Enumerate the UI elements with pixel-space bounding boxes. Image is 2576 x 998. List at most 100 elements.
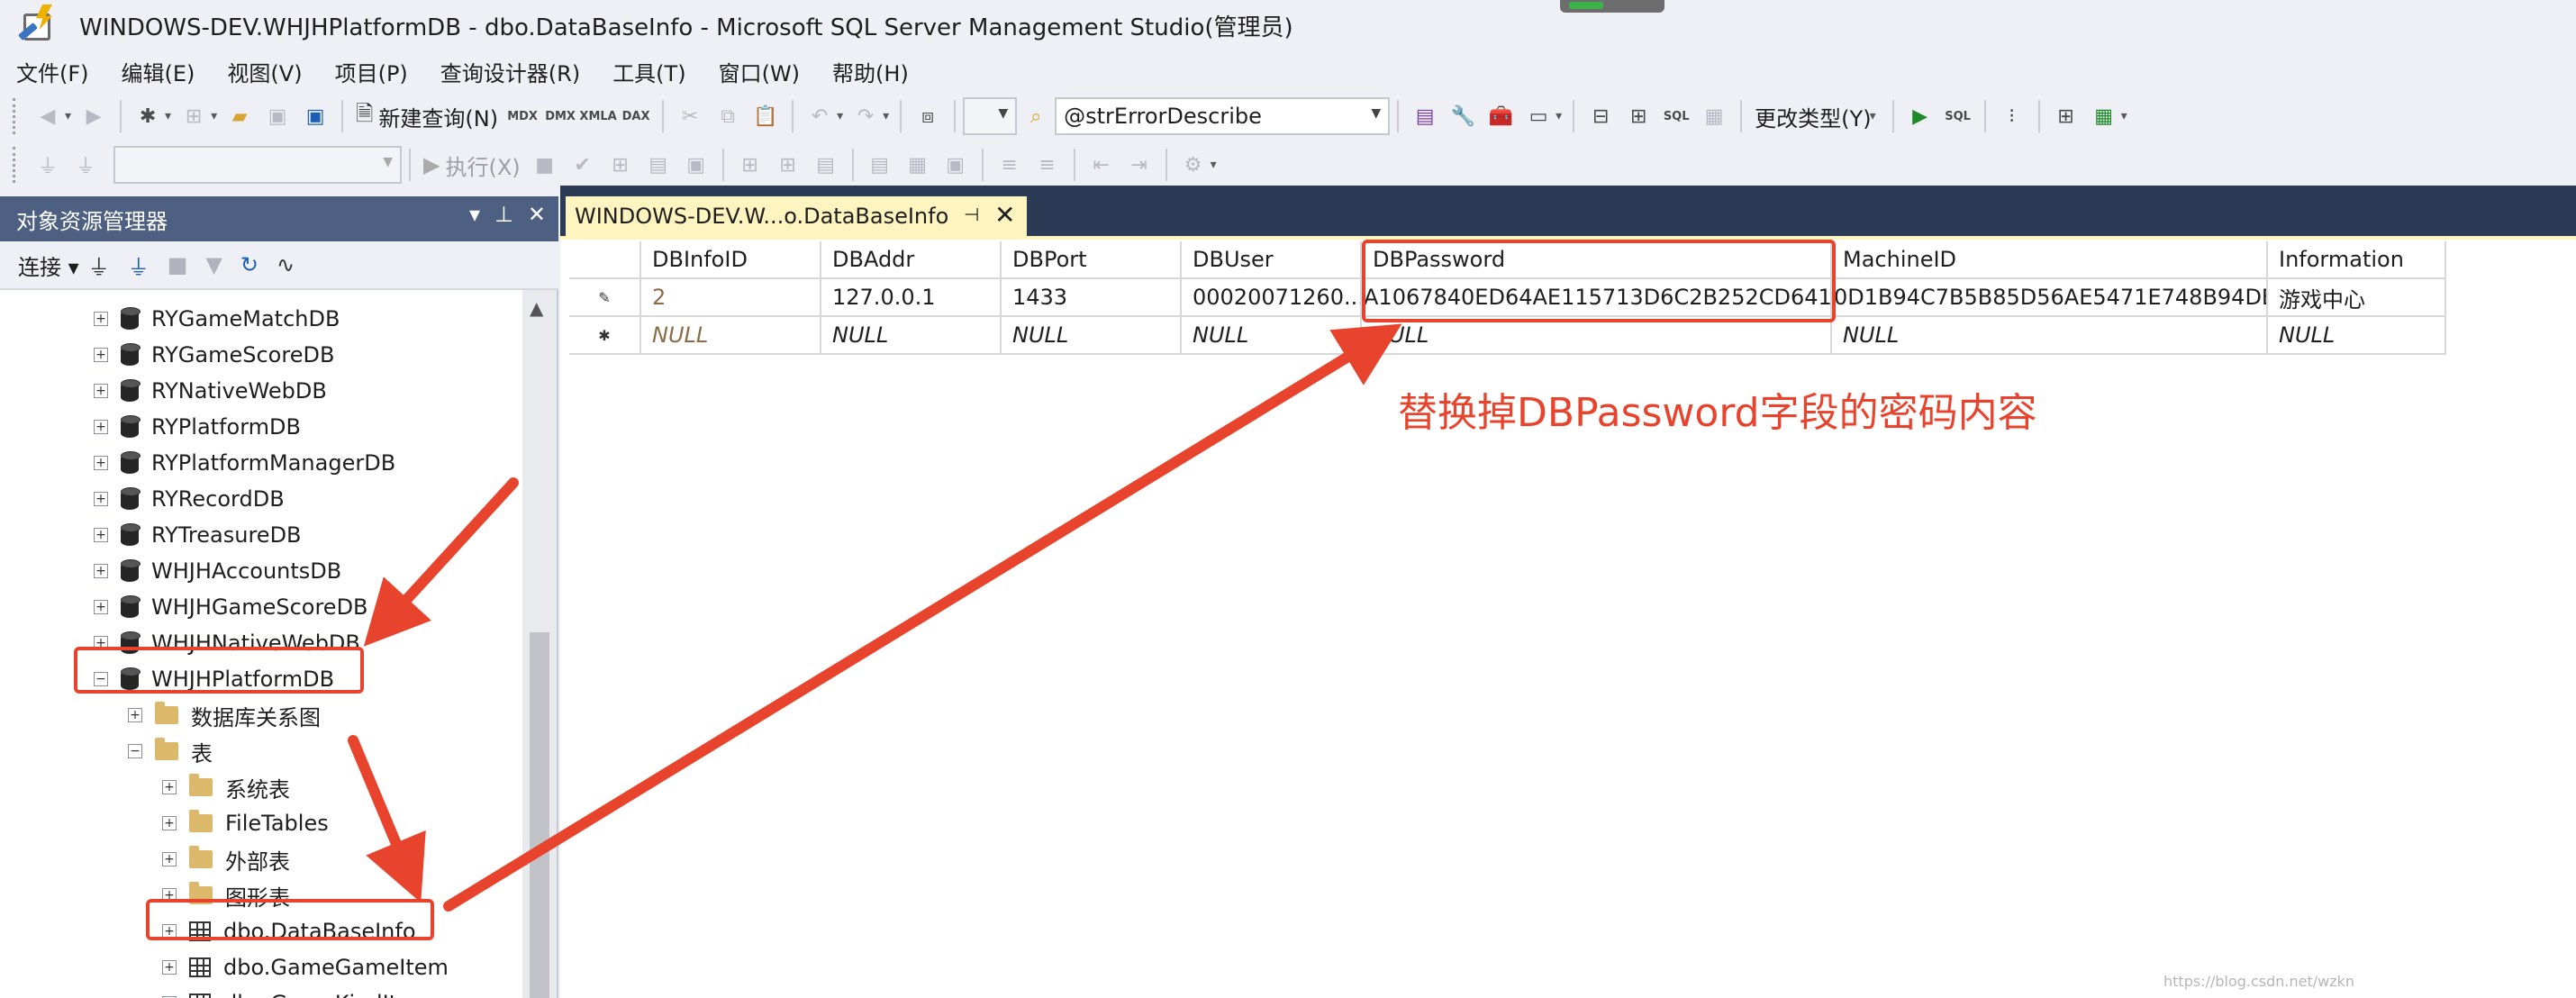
expand-icon[interactable]: + <box>94 384 108 398</box>
find-icon[interactable]: ⌕ <box>1020 100 1052 132</box>
grid-cell[interactable]: NULL <box>821 317 1002 355</box>
tree-node-database[interactable]: + RYGameScoreDB <box>94 337 334 373</box>
table-row-new[interactable]: ✱ NULL NULL NULL NULL NULL NULL NULL <box>569 317 2446 355</box>
xmla-query-icon[interactable]: XMLA <box>579 100 616 132</box>
grid-cell[interactable]: 游戏中心 <box>2268 279 2446 317</box>
copy-icon[interactable]: ⧉ <box>712 100 744 132</box>
verify-sql-icon[interactable]: SQL <box>1942 100 1974 132</box>
show-criteria-pane-icon[interactable]: ⊞ <box>1622 100 1655 132</box>
add-item-dropdown-icon[interactable]: ▾ <box>211 109 217 123</box>
command-window-icon[interactable]: ▭ <box>1522 100 1555 132</box>
solution-explorer-icon[interactable]: ▤ <box>1409 100 1441 132</box>
menu-window[interactable]: 窗口(W) <box>703 56 816 87</box>
comment-icon[interactable]: ≡ <box>993 149 1026 181</box>
expand-icon[interactable]: + <box>162 960 177 975</box>
back-icon[interactable]: ◀ <box>32 100 64 132</box>
specify-values-icon[interactable]: ⚙ <box>1177 149 1210 181</box>
dmx-query-icon[interactable]: DMX <box>544 100 576 132</box>
live-stats-icon[interactable]: ⊞ <box>772 149 804 181</box>
column-header-information[interactable]: Information <box>2268 241 2446 279</box>
menu-help[interactable]: 帮助(H) <box>816 56 925 87</box>
row-edit-pencil-icon[interactable]: ✎ <box>569 279 641 317</box>
available-databases-combo[interactable]: ▼ <box>113 146 402 184</box>
menu-tools[interactable]: 工具(T) <box>596 56 702 87</box>
connect-icon[interactable]: ⏚ <box>32 149 64 181</box>
toolbar-overflow-icon[interactable]: ▾ <box>2121 109 2127 123</box>
paste-icon[interactable]: 📋 <box>749 100 782 132</box>
auto-hide-pin-icon[interactable]: ⊥ <box>494 202 513 227</box>
expand-icon[interactable]: + <box>94 600 108 614</box>
row-selector-header[interactable] <box>569 241 641 279</box>
increase-indent-icon[interactable]: ⇥ <box>1123 149 1156 181</box>
expand-icon[interactable]: + <box>94 528 108 542</box>
redo-icon[interactable]: ↷ <box>849 100 882 132</box>
forward-icon[interactable]: ▶ <box>77 100 110 132</box>
grid-cell[interactable]: NULL <box>1182 317 1362 355</box>
toolbar-grip[interactable] <box>13 147 20 183</box>
save-all-icon[interactable]: ▣ <box>299 100 331 132</box>
tree-node-folder[interactable]: + 系统表 <box>162 769 290 805</box>
tree-node-database[interactable]: + RYPlatformDB <box>94 409 301 445</box>
results-to-grid-icon[interactable]: ▦ <box>902 149 934 181</box>
connect-button[interactable]: 连接 ▾ <box>18 250 79 281</box>
toolbar-grip[interactable] <box>13 98 20 134</box>
menu-view[interactable]: 视图(V) <box>211 56 318 87</box>
column-header-dbinfoid[interactable]: DBInfoID <box>641 241 821 279</box>
open-file-icon[interactable]: ▰ <box>223 100 256 132</box>
query-options-icon[interactable]: ▤ <box>642 149 675 181</box>
tree-node-table[interactable]: +dbo.GameKindItem <box>162 985 431 998</box>
grid-cell[interactable]: NULL <box>1832 317 2268 355</box>
undo-icon[interactable]: ↶ <box>803 100 836 132</box>
client-stats-icon[interactable]: ▤ <box>810 149 842 181</box>
object-explorer-scrollbar[interactable]: ▲ <box>522 290 557 998</box>
close-tab-icon[interactable]: ✕ <box>994 200 1015 230</box>
expand-icon[interactable]: + <box>94 564 108 578</box>
new-project-dropdown-icon[interactable]: ▾ <box>165 109 171 123</box>
refresh-icon[interactable]: ↻ <box>240 252 259 277</box>
mdx-query-icon[interactable]: MDX <box>506 100 539 132</box>
estimated-plan-icon[interactable]: ⊞ <box>604 149 637 181</box>
stop-icon[interactable]: ■ <box>168 252 188 277</box>
show-results-pane-icon[interactable]: ▦ <box>1698 100 1730 132</box>
redo-dropdown-icon[interactable]: ▾ <box>883 109 889 123</box>
uncomment-icon[interactable]: ≡ <box>1031 149 1064 181</box>
grid-cell[interactable]: NULL <box>2268 317 2446 355</box>
tree-node-database[interactable]: + RYTreasureDB <box>94 517 302 553</box>
show-sql-pane-icon[interactable]: SQL <box>1660 100 1692 132</box>
disconnect-icon[interactable]: ⏚ <box>69 149 102 181</box>
change-type-button[interactable]: 更改类型(Y) ▾ <box>1755 101 1879 132</box>
filter-icon[interactable]: ▼ <box>205 252 222 277</box>
tree-node-folder[interactable]: + 数据库关系图 <box>128 697 321 733</box>
scroll-up-icon[interactable]: ▲ <box>530 297 543 319</box>
close-icon[interactable]: ✕ <box>528 202 546 227</box>
menu-query-designer[interactable]: 查询设计器(R) <box>424 56 596 87</box>
column-header-machineid[interactable]: MachineID <box>1832 241 2268 279</box>
grid-cell[interactable]: NULL <box>1002 317 1182 355</box>
cut-icon[interactable]: ✂ <box>674 100 706 132</box>
execute-sql-icon[interactable]: ▶ <box>1904 100 1937 132</box>
solution-config-combo[interactable]: ▼ <box>963 97 1018 135</box>
save-icon[interactable]: ▣ <box>261 100 294 132</box>
dax-query-icon[interactable]: DAX <box>620 100 652 132</box>
grid-cell[interactable]: 1433 <box>1002 279 1182 317</box>
decrease-indent-icon[interactable]: ⇤ <box>1085 149 1118 181</box>
tree-node-database[interactable]: + WHJHGameScoreDB <box>94 589 368 625</box>
activity-monitor-icon[interactable]: ⧈ <box>912 100 944 132</box>
add-item-icon[interactable]: ⊞ <box>177 100 210 132</box>
disconnect-plug-icon[interactable]: ⏚ <box>128 250 150 281</box>
column-header-dbuser[interactable]: DBUser <box>1182 241 1362 279</box>
add-table-icon[interactable]: ⊞ <box>2050 100 2082 132</box>
expand-icon[interactable]: + <box>94 492 108 506</box>
activity-monitor-icon[interactable]: ∿ <box>277 252 295 277</box>
toolbox-icon[interactable]: 🧰 <box>1484 100 1517 132</box>
command-dropdown-icon[interactable]: ▾ <box>1556 109 1562 123</box>
find-combo[interactable]: @strErrorDescribe ▼ <box>1055 97 1391 135</box>
tree-node-database[interactable]: + WHJHAccountsDB <box>94 553 341 589</box>
properties-wrench-icon[interactable]: 🔧 <box>1447 100 1479 132</box>
cancel-query-icon[interactable]: ■ <box>529 149 561 181</box>
results-to-file-icon[interactable]: ▣ <box>939 149 972 181</box>
grid-cell[interactable]: 00020071260... <box>1182 279 1362 317</box>
collapse-icon[interactable]: − <box>128 744 142 758</box>
tree-node-database[interactable]: + RYGameMatchDB <box>94 301 340 337</box>
results-to-text-icon[interactable]: ▤ <box>864 149 896 181</box>
